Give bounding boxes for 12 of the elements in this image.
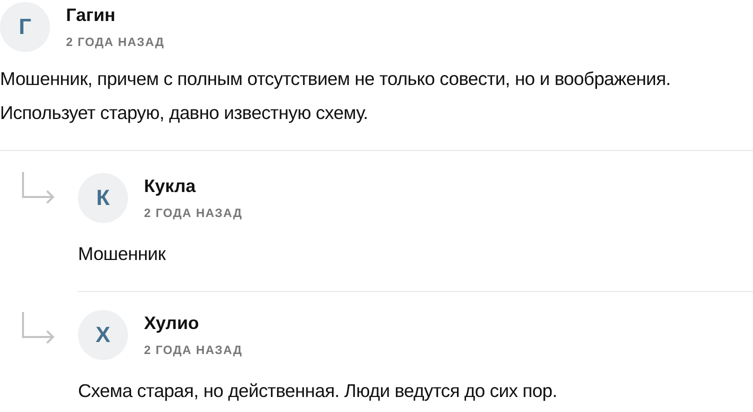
comment-text: Схема старая, но действенная. Люди ведутся до сих пор. <box>78 379 558 403</box>
author-name: Кукла <box>144 176 197 197</box>
timestamp: 2 ГОДА НАЗАД <box>144 206 242 220</box>
author-name: Гагин <box>66 5 116 26</box>
author-name: Хулио <box>144 313 200 334</box>
comment-text: Мошенник, причем с полным отсутствием не только совести, но и воображения. Использует старую, давно известную схему. <box>0 67 672 125</box>
avatar: К <box>78 173 128 223</box>
timestamp: 2 ГОДА НАЗАД <box>66 35 164 49</box>
comment-text: Мошенник <box>78 242 167 266</box>
timestamp: 2 ГОДА НАЗАД <box>144 343 242 357</box>
avatar: Г <box>0 2 50 52</box>
avatar: Х <box>78 310 128 360</box>
